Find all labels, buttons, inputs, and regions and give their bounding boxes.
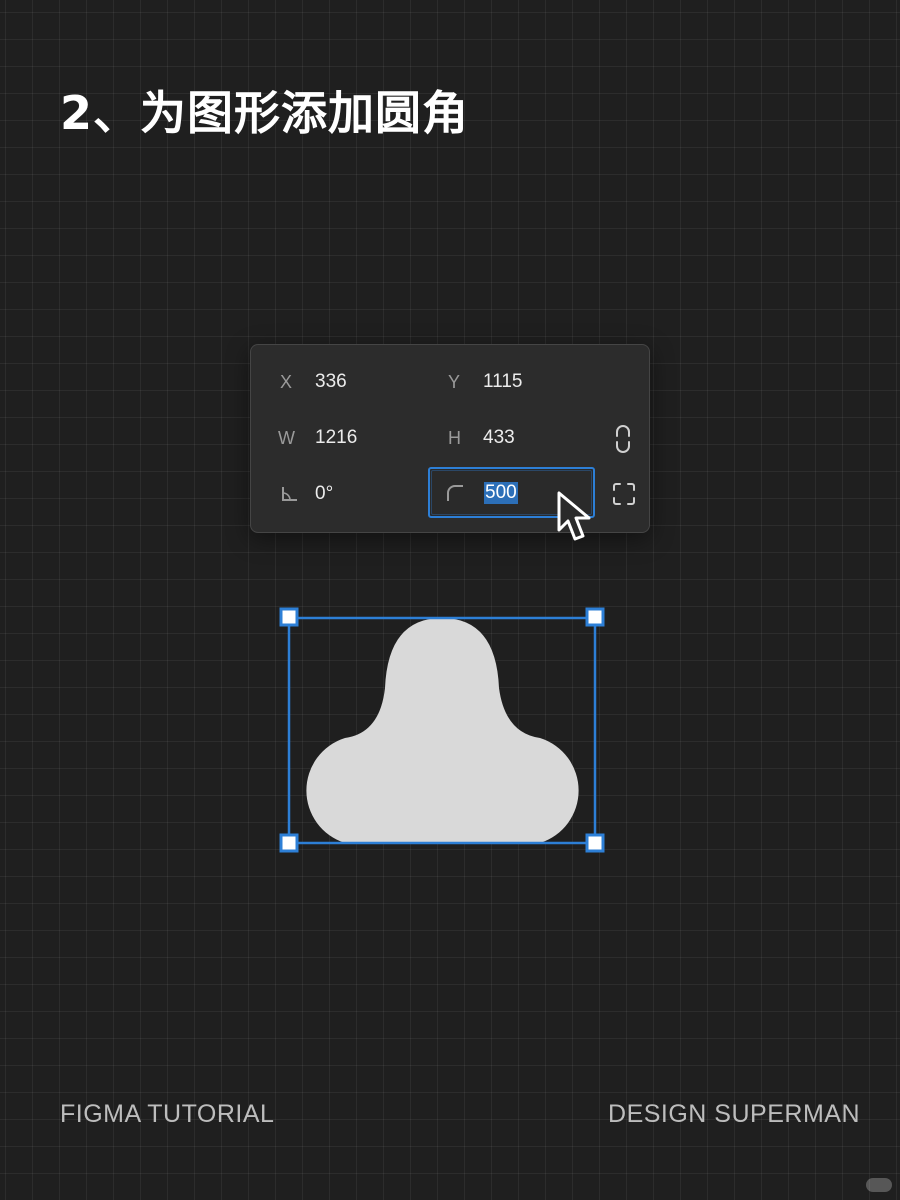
corner-radius-value[interactable]: 500: [484, 482, 518, 504]
independent-corners-icon[interactable]: [612, 482, 636, 506]
resize-handle-top-left: [279, 607, 299, 627]
mouse-cursor-icon: [557, 491, 591, 541]
resize-handle-bottom-left: [279, 833, 299, 853]
corner-radius-icon: [447, 485, 463, 501]
x-label: X: [280, 372, 293, 392]
resize-handle-bottom-right: [585, 833, 605, 853]
w-label: W: [278, 428, 295, 448]
h-label: H: [448, 428, 461, 448]
watermark-badge: [866, 1178, 892, 1192]
x-input[interactable]: [315, 370, 405, 394]
rotation-input[interactable]: [315, 482, 405, 506]
link-icon[interactable]: [612, 425, 634, 453]
footer-left-text: FIGMA TUTORIAL: [60, 1100, 275, 1128]
canvas-selection[interactable]: [270, 598, 620, 868]
y-input[interactable]: [483, 370, 573, 394]
y-label: Y: [448, 372, 461, 392]
resize-handle-top-right: [585, 607, 605, 627]
w-input[interactable]: [315, 426, 405, 450]
h-input[interactable]: [483, 426, 573, 450]
rotation-angle-icon: [282, 487, 297, 501]
footer-right-text: DESIGN SUPERMAN: [608, 1100, 860, 1128]
rounded-shape: [306, 618, 579, 843]
page-title: 2、为图形添加圆角: [60, 86, 470, 140]
